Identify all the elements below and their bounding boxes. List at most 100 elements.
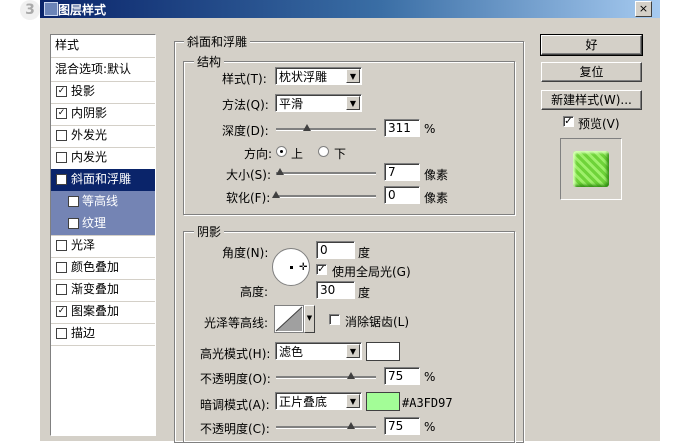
- style-item-6[interactable]: ✓ 等高线: [51, 191, 155, 214]
- new-style-button[interactable]: 新建样式(W)...: [541, 90, 642, 110]
- angle-input[interactable]: 0: [316, 241, 355, 259]
- altitude-input[interactable]: 30: [316, 281, 355, 299]
- depth-label: 深度(D):: [222, 124, 269, 138]
- style-preview-box: [560, 138, 622, 200]
- style-item-checkbox[interactable]: [56, 284, 67, 295]
- contour-curve-icon: [275, 306, 303, 332]
- highlight-opacity-track[interactable]: [276, 376, 376, 379]
- style-item-label: 渐变叠加: [71, 282, 120, 296]
- shadow-opacity-input[interactable]: 75: [384, 417, 420, 435]
- style-item-8[interactable]: 光泽: [51, 235, 155, 258]
- soften-slider-thumb[interactable]: [272, 191, 280, 198]
- angle-unit: 度: [358, 246, 371, 260]
- soften-slider-track[interactable]: [276, 195, 376, 198]
- direction-up-radio[interactable]: [276, 146, 287, 157]
- highlight-mode-value: 滤色: [279, 345, 304, 359]
- bevel-emboss-title: 斜面和浮雕: [184, 33, 251, 50]
- gloss-contour-picker[interactable]: [274, 305, 304, 333]
- step-number-badge: 3: [20, 0, 40, 20]
- shadow-color-swatch[interactable]: [366, 392, 400, 411]
- gloss-contour-label: 光泽等高线:: [204, 316, 269, 330]
- ok-button[interactable]: 好: [540, 34, 643, 56]
- direction-down-label: 下: [334, 147, 347, 161]
- style-select[interactable]: 枕状浮雕 ▼: [275, 67, 362, 85]
- highlight-opacity-thumb[interactable]: [347, 372, 355, 379]
- style-list-header-label: 样式: [55, 38, 80, 52]
- style-item-checkbox[interactable]: [56, 130, 67, 141]
- title-bar[interactable]: [40, 0, 660, 18]
- highlight-mode-select[interactable]: 滤色 ▼: [275, 342, 362, 360]
- shadow-opacity-unit: %: [424, 420, 436, 434]
- altitude-label: 高度:: [240, 285, 269, 299]
- style-list-header[interactable]: 样式: [51, 35, 155, 58]
- anti-alias-label: 消除锯齿(L): [345, 315, 410, 329]
- highlight-opacity-input[interactable]: 75: [384, 367, 420, 385]
- chevron-down-icon: ▼: [346, 69, 360, 83]
- highlight-mode-label: 高光模式(H):: [200, 347, 271, 361]
- angle-label: 角度(N):: [222, 246, 269, 260]
- style-item-checkbox[interactable]: [56, 262, 67, 273]
- direction-label: 方向:: [244, 147, 273, 161]
- highlight-opacity-unit: %: [424, 370, 436, 384]
- soften-label: 软化(F):: [226, 191, 271, 205]
- style-item-1[interactable]: ✓ 投影: [51, 81, 155, 104]
- shadow-color-hex: #A3FD97: [402, 396, 453, 410]
- style-item-checkbox[interactable]: [68, 218, 79, 229]
- style-item-label: 光泽: [71, 238, 96, 252]
- style-item-11[interactable]: ✓ 图案叠加: [51, 301, 155, 324]
- size-input[interactable]: 7: [384, 163, 420, 181]
- anti-alias-checkbox[interactable]: [329, 314, 340, 325]
- close-button[interactable]: ×: [635, 1, 652, 17]
- blend-options-item[interactable]: 混合选项:默认: [51, 59, 155, 82]
- method-label: 方法(Q):: [222, 98, 269, 112]
- reset-button[interactable]: 复位: [541, 62, 642, 82]
- chevron-down-icon[interactable]: ▼: [304, 305, 315, 333]
- style-item-label: 纹理: [82, 216, 107, 230]
- style-item-checkbox[interactable]: ✓: [56, 86, 67, 97]
- size-slider-thumb[interactable]: [276, 168, 284, 175]
- style-item-checkbox[interactable]: ✓: [68, 196, 79, 207]
- direction-up-label: 上: [291, 147, 304, 161]
- style-item-checkbox[interactable]: [56, 328, 67, 339]
- shadow-opacity-thumb[interactable]: [347, 422, 355, 429]
- depth-slider-thumb[interactable]: [303, 124, 311, 131]
- style-item-10[interactable]: 渐变叠加: [51, 279, 155, 302]
- chevron-down-icon: ▼: [346, 394, 360, 408]
- size-unit: 像素: [424, 168, 449, 182]
- blend-options-label: 混合选项:默认: [55, 62, 132, 76]
- style-item-checkbox[interactable]: [56, 152, 67, 163]
- global-light-label: 使用全局光(G): [332, 265, 411, 279]
- style-item-label: 内阴影: [71, 106, 108, 120]
- style-item-label: 外发光: [71, 128, 108, 142]
- preview-checkbox[interactable]: ✓: [563, 116, 574, 127]
- style-item-checkbox[interactable]: ✓: [56, 108, 67, 119]
- window-title: 图层样式: [58, 3, 107, 17]
- shadow-mode-select[interactable]: 正片叠底 ▼: [275, 392, 362, 410]
- global-light-checkbox[interactable]: ✓: [316, 264, 327, 275]
- angle-dial[interactable]: ✛: [272, 248, 310, 286]
- style-item-4[interactable]: 内发光: [51, 147, 155, 170]
- soften-input[interactable]: 0: [384, 186, 420, 204]
- style-item-9[interactable]: 颜色叠加: [51, 257, 155, 280]
- style-item-7[interactable]: 纹理: [51, 213, 155, 236]
- depth-input[interactable]: 311: [384, 119, 420, 137]
- style-item-2[interactable]: ✓ 内阴影: [51, 103, 155, 126]
- style-select-value: 枕状浮雕: [279, 70, 328, 84]
- shadow-mode-label: 暗调模式(A):: [200, 398, 270, 412]
- depth-slider-track[interactable]: [276, 128, 376, 131]
- style-item-3[interactable]: 外发光: [51, 125, 155, 148]
- shadow-mode-value: 正片叠底: [279, 395, 328, 409]
- highlight-color-swatch[interactable]: [366, 342, 400, 361]
- style-item-checkbox[interactable]: ✓: [56, 306, 67, 317]
- style-item-label: 内发光: [71, 150, 108, 164]
- shading-title: 阴影: [194, 223, 225, 240]
- size-slider-track[interactable]: [276, 172, 376, 175]
- method-select[interactable]: 平滑 ▼: [275, 94, 362, 112]
- style-item-5[interactable]: ✓ 斜面和浮雕: [51, 169, 155, 192]
- shadow-opacity-track[interactable]: [276, 426, 376, 429]
- style-item-checkbox[interactable]: ✓: [56, 174, 67, 185]
- preview-label: 预览(V): [578, 117, 620, 131]
- style-item-checkbox[interactable]: [56, 240, 67, 251]
- direction-down-radio[interactable]: [318, 146, 329, 157]
- style-item-12[interactable]: 描边: [51, 323, 155, 346]
